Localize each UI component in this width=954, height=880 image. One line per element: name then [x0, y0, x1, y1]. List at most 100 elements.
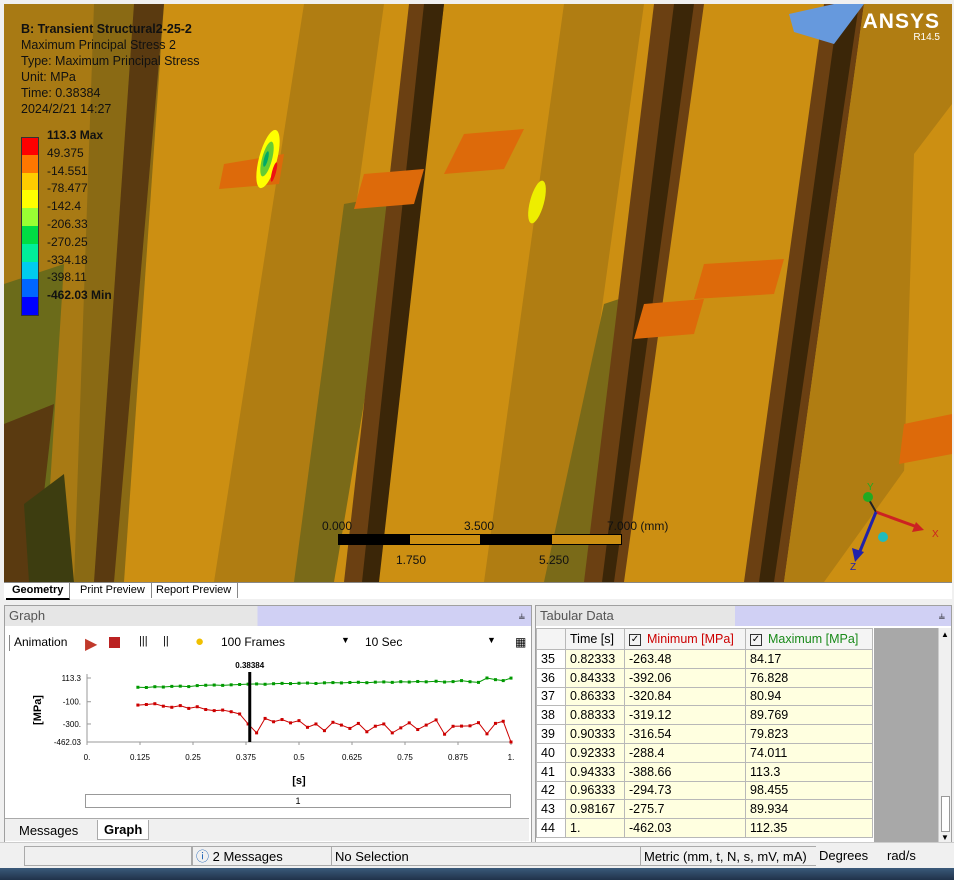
legend-swatch [21, 279, 39, 298]
series-point-1 [365, 730, 369, 734]
scale-tick: 3.500 [464, 519, 495, 533]
series-point-1 [451, 724, 455, 728]
time-slider[interactable]: 1 [85, 794, 511, 808]
series-point-1 [331, 720, 335, 724]
series-point-1 [144, 703, 148, 707]
series-point-0 [501, 679, 505, 683]
graphics-viewport[interactable]: B: Transient Structural2-25-2 Maximum Pr… [4, 4, 952, 582]
col-time[interactable]: Time [s] [565, 628, 625, 650]
brand-name: ANSYS [862, 10, 940, 33]
series-point-0 [509, 676, 513, 680]
series-point-0 [289, 682, 293, 686]
series-point-1 [501, 719, 505, 723]
series-point-0 [365, 681, 369, 685]
tab-report-preview[interactable]: Report Preview [150, 583, 239, 598]
series-point-1 [212, 709, 216, 713]
table-cell-min: -275.7 [624, 799, 746, 820]
table-cell-idx: 42 [536, 780, 566, 801]
graph-panel-title: Graph ⫨ [5, 606, 531, 626]
result-sets-icon[interactable]: || [163, 635, 169, 647]
triad-y-label: Y [867, 482, 874, 493]
unit-system[interactable]: Metric (mm, t, N, s, mV, mA) [640, 846, 816, 866]
table-cell-max: 79.823 [745, 724, 873, 744]
table-cell-min: -263.48 [624, 649, 746, 669]
lightbulb-icon[interactable]: ● [195, 633, 204, 650]
series-point-0 [451, 680, 455, 684]
series-point-0 [331, 681, 335, 685]
series-point-0 [263, 682, 267, 686]
tabular-data-table[interactable]: Time [s] ✓ Minimum [MPa] ✓ Maximum [MPa] 3… [536, 628, 873, 838]
table-cell-max: 98.455 [745, 780, 873, 801]
series-point-1 [297, 719, 301, 723]
coordinate-triad[interactable]: Y X Z [840, 480, 944, 572]
graph-title-label: Graph [9, 608, 46, 623]
table-row[interactable]: 39 0.90333 -316.54 79.823 [536, 724, 873, 744]
chevron-down-icon: ▼ [341, 635, 350, 645]
legend-label: -206.33 [47, 216, 88, 231]
table-row[interactable]: 40 0.92333 -288.4 74.011 [536, 742, 873, 763]
tab-messages[interactable]: Messages [13, 821, 84, 840]
series-point-1 [221, 708, 225, 712]
animation-toolbar: Animation ▶ ||| || ● 100 Frames ▼ 10 Sec ▼… [9, 632, 529, 654]
series-point-0 [144, 685, 148, 689]
legend-swatch [21, 208, 39, 226]
table-cell-min: -294.73 [624, 780, 746, 801]
table-row[interactable]: 42 0.96333 -294.73 98.455 [536, 780, 873, 801]
x-tick-label: 0.625 [342, 753, 363, 762]
y-tick-label: -100. [63, 698, 81, 707]
series-point-0 [399, 680, 403, 684]
pin-icon[interactable]: ⫨ [519, 606, 525, 626]
series-point-0 [221, 683, 225, 687]
col-maximum[interactable]: ✓ Maximum [MPa] [745, 628, 873, 650]
series-point-1 [424, 723, 428, 727]
table-row[interactable]: 44 1. -462.03 112.35 [536, 818, 873, 838]
export-video-icon[interactable]: ▦ [515, 635, 526, 649]
series-point-1 [434, 718, 438, 722]
scale-tick: 1.750 [396, 553, 427, 567]
series-point-1 [178, 704, 182, 708]
table-cell-idx: 35 [536, 649, 566, 669]
pin-icon[interactable]: ⫨ [939, 606, 945, 626]
col-minimum-label: Minimum [MPa] [647, 632, 734, 646]
tab-graph[interactable]: Graph [97, 820, 150, 840]
table-row[interactable]: 36 0.84333 -392.06 76.828 [536, 667, 873, 688]
distributed-frames-icon[interactable]: ||| [139, 635, 148, 647]
series-point-1 [170, 705, 174, 709]
legend-label: -462.03 Min [47, 288, 112, 303]
scroll-down-icon[interactable]: ▼ [941, 833, 949, 842]
stop-icon[interactable] [109, 637, 120, 648]
col-minimum[interactable]: ✓ Minimum [MPa] [624, 628, 746, 650]
series-point-0 [255, 682, 259, 686]
result-title: B: Transient Structural2-25-2 [21, 22, 192, 36]
table-cell-idx: 40 [536, 742, 566, 763]
angle-units[interactable]: Degrees [816, 846, 884, 866]
tab-print-preview[interactable]: Print Preview [74, 583, 152, 598]
series-point-0 [187, 685, 191, 689]
tab-geometry[interactable]: Geometry [6, 583, 71, 600]
frames-select[interactable]: 100 Frames ▼ [221, 635, 350, 649]
tabular-panel-title: Tabular Data ⫨ [536, 606, 951, 626]
scroll-thumb[interactable] [941, 796, 950, 832]
rotation-units[interactable]: rad/s [884, 846, 954, 866]
table-row[interactable]: 35 0.82333 -263.48 84.17 [536, 649, 873, 669]
table-scrollbar[interactable]: ▲ ▼ [938, 628, 951, 844]
legend-swatch [21, 172, 39, 191]
table-cell-min: -388.66 [624, 761, 746, 782]
duration-select[interactable]: 10 Sec ▼ [365, 635, 496, 649]
table-cell-max: 76.828 [745, 667, 873, 688]
legend-swatch [21, 137, 39, 156]
table-row[interactable]: 38 0.88333 -319.12 89.769 [536, 705, 873, 726]
messages-status[interactable]: ⓘ 2 Messages [192, 846, 332, 866]
table-row[interactable]: 43 0.98167 -275.7 89.934 [536, 799, 873, 820]
scale-tick: 0.000 [322, 519, 353, 533]
scroll-up-icon[interactable]: ▲ [941, 630, 949, 639]
checkbox-icon[interactable]: ✓ [629, 633, 641, 646]
series-point-1 [229, 710, 233, 714]
series-point-0 [195, 684, 199, 688]
y-tick-label: -300. [63, 720, 81, 729]
play-icon[interactable]: ▶ [85, 634, 97, 654]
checkbox-icon[interactable]: ✓ [750, 633, 762, 646]
table-cell-time: 0.82333 [565, 649, 625, 669]
table-row[interactable]: 37 0.86333 -320.84 80.94 [536, 686, 873, 707]
table-row[interactable]: 41 0.94333 -388.66 113.3 [536, 761, 873, 782]
